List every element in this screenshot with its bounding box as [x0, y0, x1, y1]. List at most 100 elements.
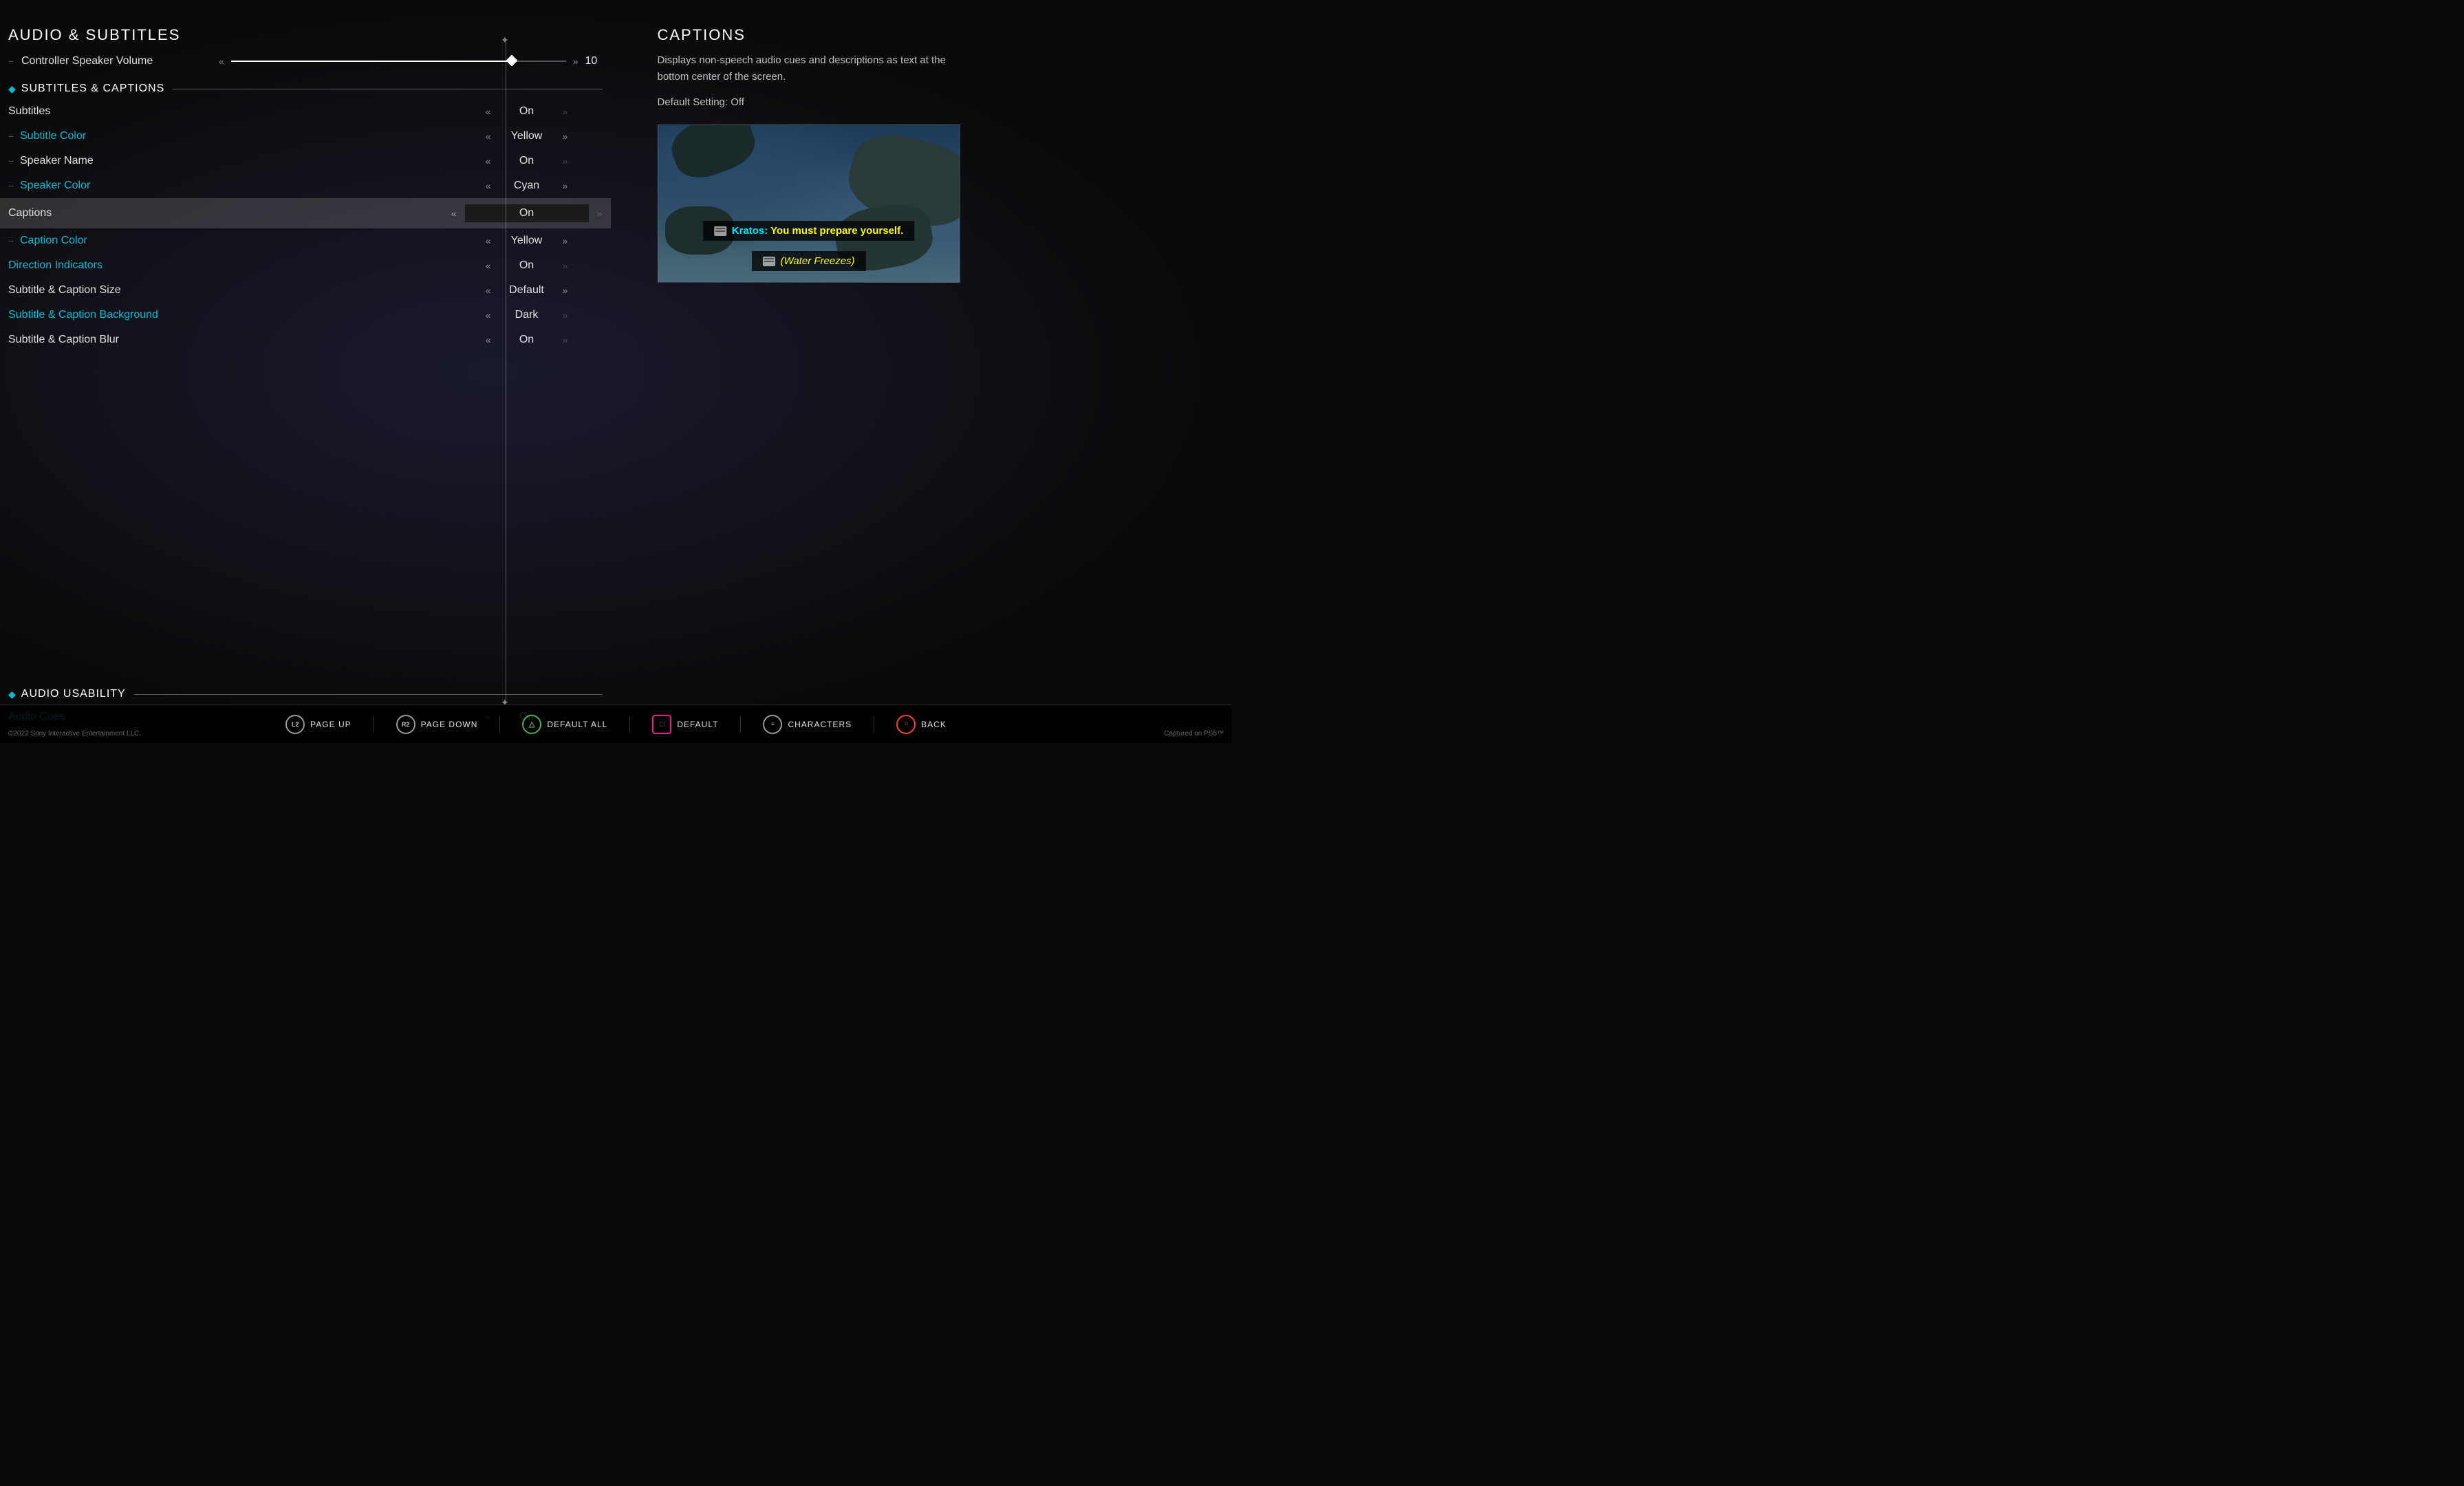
subtitle-caption-blur-row[interactable]: Subtitle & Caption Blur « On » [8, 327, 603, 352]
subtitle-color-icon: ··· [8, 133, 13, 140]
r2-label: R2 [402, 721, 410, 728]
subtitle-color-left-chevron[interactable]: « [486, 131, 491, 142]
direction-indicators-left-chevron[interactable]: « [486, 260, 491, 271]
audio-usability-diamond: ◆ [8, 689, 16, 700]
subtitle-caption-size-row[interactable]: Subtitle & Caption Size « Default » [8, 278, 603, 303]
volume-slider-container[interactable]: « » 10 [219, 55, 603, 67]
speaker-color-icon: ··· [8, 182, 13, 190]
kratos-name: Kratos: [732, 225, 770, 237]
speaker-name-icon: ··· [8, 158, 13, 165]
subtitle-text: Kratos: You must prepare yourself. [732, 225, 904, 237]
caption-icon [762, 257, 775, 266]
speaker-name-row[interactable]: ··· Speaker Name « On » [8, 149, 603, 173]
circle-button[interactable]: ○ [896, 715, 916, 734]
back-action[interactable]: ○ BACK [896, 715, 947, 734]
speaker-color-row[interactable]: ··· Speaker Color « Cyan » [8, 173, 603, 198]
captions-value: On [465, 204, 589, 222]
subtitle-caption-bg-value: Dark [499, 309, 554, 321]
square-symbol: □ [660, 720, 664, 729]
controller-icon: ··· [8, 58, 13, 65]
caption-text: (Water Freezes) [780, 255, 854, 267]
right-description: Displays non-speech audio cues and descr… [658, 52, 947, 85]
triangle-button[interactable]: △ [522, 715, 541, 734]
speaker-color-left-chevron[interactable]: « [486, 180, 491, 191]
speaker-name-value: On [499, 155, 554, 167]
divider-2 [499, 716, 500, 733]
l2-button[interactable]: L2 [285, 715, 305, 734]
speaker-color-right-chevron[interactable]: » [563, 180, 568, 191]
triangle-symbol: △ [529, 720, 534, 729]
subtitle-caption-blur-value: On [499, 334, 554, 346]
subtitle-caption-blur-right-chevron[interactable]: » [563, 334, 568, 345]
subtitle-caption-size-label: Subtitle & Caption Size [8, 284, 451, 297]
subtitle-caption-bg-left-chevron[interactable]: « [486, 310, 491, 321]
speaker-color-label: ··· Speaker Color [8, 180, 451, 192]
bottom-bar: L2 PAGE UP R2 PAGE DOWN △ DEFAULT ALL □ … [0, 704, 1232, 743]
captions-right-chevron[interactable]: » [597, 208, 603, 219]
speaker-name-right-chevron[interactable]: » [563, 155, 568, 166]
subtitle-caption-blur-label: Subtitle & Caption Blur [8, 334, 451, 346]
subtitle-caption-size-left-chevron[interactable]: « [486, 285, 491, 296]
controller-speaker-volume-row: ··· Controller Speaker Volume « » 10 [8, 55, 603, 67]
square-button[interactable]: □ [652, 715, 671, 734]
divider-4 [740, 716, 741, 733]
direction-indicators-right-chevron[interactable]: » [563, 260, 568, 271]
volume-chevron-left[interactable]: « [219, 56, 224, 67]
subtitle-caption-bg-label: Subtitle & Caption Background [8, 309, 451, 321]
caption-color-label: ··· Caption Color [8, 235, 451, 247]
subtitle-caption-blur-controls: « On » [451, 334, 603, 346]
r2-button[interactable]: R2 [396, 715, 415, 734]
caption-color-left-chevron[interactable]: « [486, 235, 491, 246]
subtitle-caption-size-right-chevron[interactable]: » [563, 285, 568, 296]
caption-bar: (Water Freezes) [751, 251, 865, 271]
default-all-action[interactable]: △ DEFAULT ALL [522, 715, 607, 734]
subtitles-row[interactable]: Subtitles « On » [8, 99, 603, 124]
characters-action[interactable]: ≡ CHARACTERS [763, 715, 852, 734]
speaker-name-controls: « On » [451, 155, 603, 167]
subtitles-settings-list: Subtitles « On » ··· Subtitle Color « Ye… [8, 99, 603, 685]
default-action[interactable]: □ DEFAULT [652, 715, 718, 734]
volume-chevron-right[interactable]: » [573, 56, 579, 67]
page-down-action[interactable]: R2 PAGE DOWN [396, 715, 478, 734]
speaker-name-left-chevron[interactable]: « [486, 155, 491, 166]
speaker-color-controls: « Cyan » [451, 180, 603, 192]
default-setting: Default Setting: Off [658, 96, 1205, 108]
subtitle-caption-bg-row[interactable]: Subtitle & Caption Background « Dark » [8, 303, 603, 327]
captions-row[interactable]: Captions « On » [0, 198, 611, 228]
subtitle-color-value: Yellow [499, 130, 554, 142]
subtitle-color-right-chevron[interactable]: » [563, 131, 568, 142]
subtitle-color-controls: « Yellow » [451, 130, 603, 142]
subtitles-value: On [499, 105, 554, 118]
direction-indicators-row[interactable]: Direction Indicators « On » [8, 253, 603, 278]
subtitles-right-chevron[interactable]: » [563, 106, 568, 117]
subtitles-controls: « On » [451, 105, 603, 118]
characters-label: CHARACTERS [788, 720, 852, 729]
default-label: DEFAULT [677, 720, 718, 729]
caption-color-controls: « Yellow » [451, 235, 603, 247]
volume-slider-track[interactable] [231, 61, 566, 62]
preview-image: Kratos: You must prepare yourself. (Wate… [658, 125, 960, 283]
main-content: AUDIO & SUBTITLES ··· Controller Speaker… [0, 0, 1232, 743]
l2-label: L2 [292, 721, 299, 728]
subtitle-icon [714, 226, 726, 236]
copyright-text: ©2022 Sony Interactive Entertainment LLC… [8, 730, 141, 737]
subtitles-left-chevron[interactable]: « [486, 106, 491, 117]
left-panel: AUDIO & SUBTITLES ··· Controller Speaker… [0, 0, 616, 743]
options-button[interactable]: ≡ [763, 715, 782, 734]
main-title: AUDIO & SUBTITLES [8, 26, 603, 44]
subtitle-caption-blur-left-chevron[interactable]: « [486, 334, 491, 345]
subtitle-caption-bg-right-chevron[interactable]: » [563, 310, 568, 321]
subtitle-color-row[interactable]: ··· Subtitle Color « Yellow » [8, 124, 603, 149]
direction-indicators-value: On [499, 259, 554, 272]
subtitle-caption-bg-controls: « Dark » [451, 309, 603, 321]
page-up-action[interactable]: L2 PAGE UP [285, 715, 351, 734]
subtitles-captions-section-header: ◆ SUBTITLES & CAPTIONS [8, 83, 603, 95]
controller-volume-label: Controller Speaker Volume [21, 55, 213, 67]
default-all-label: DEFAULT ALL [547, 720, 607, 729]
caption-color-row[interactable]: ··· Caption Color « Yellow » [8, 228, 603, 253]
caption-color-right-chevron[interactable]: » [563, 235, 568, 246]
subtitle-color-label: ··· Subtitle Color [8, 130, 451, 142]
page-down-label: PAGE DOWN [421, 720, 478, 729]
subtitles-section-title: SUBTITLES & CAPTIONS [21, 83, 164, 95]
captions-left-chevron[interactable]: « [451, 208, 457, 219]
